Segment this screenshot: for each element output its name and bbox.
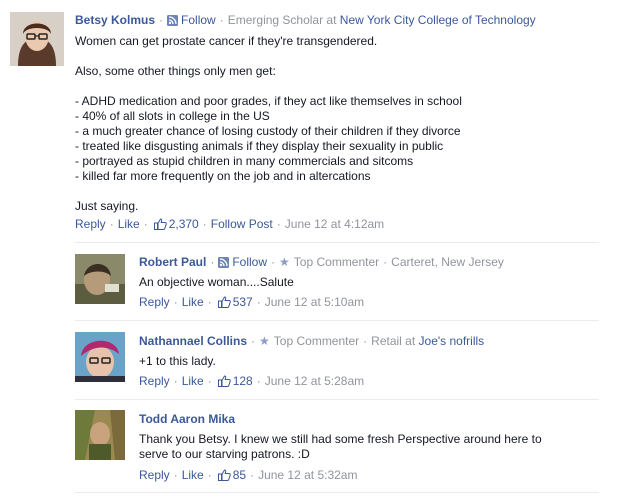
reply-header: Nathannael Collins · ★ Top Commenter · R…	[139, 333, 484, 349]
like-count[interactable]: 537	[233, 295, 253, 309]
reply-line: serve to our starving patrons. :D	[139, 447, 310, 461]
author-job: Retail at	[371, 334, 419, 348]
divider	[75, 492, 599, 493]
author-name[interactable]: Todd Aaron Mika	[139, 412, 235, 426]
author-employer-link[interactable]: Joe's nofrills	[419, 334, 485, 348]
timestamp[interactable]: June 12 at 5:32am	[258, 468, 357, 482]
comment-line: - portrayed as stupid children in many c…	[75, 154, 414, 168]
separator: ·	[173, 468, 178, 482]
comment-body: Women can get prostate cancer if they're…	[75, 34, 615, 214]
comment-header: Betsy Kolmus · Follow · Emerging Scholar…	[75, 12, 536, 28]
separator: ·	[109, 217, 114, 231]
separator: ·	[143, 217, 148, 231]
divider	[75, 399, 599, 400]
like-link[interactable]: Like	[182, 468, 204, 482]
top-commenter-badge: Top Commenter	[293, 255, 380, 269]
separator: ·	[251, 334, 256, 348]
reply-header: Todd Aaron Mika	[139, 411, 235, 427]
reply-actions: Reply · Like · 537 · June 12 at 5:10am	[139, 294, 364, 310]
timestamp[interactable]: June 12 at 4:12am	[285, 217, 384, 231]
comment-actions: Reply · Like · 2,370 · Follow Post · Jun…	[75, 216, 384, 232]
author-name[interactable]: Nathannael Collins	[139, 334, 247, 348]
separator: ·	[363, 334, 368, 348]
reply-body: Thank you Betsy. I knew we still had som…	[139, 432, 609, 462]
author-name[interactable]: Betsy Kolmus	[75, 13, 155, 27]
divider	[75, 320, 599, 321]
thumbs-up-icon	[217, 375, 231, 387]
like-link[interactable]: Like	[182, 374, 204, 388]
separator: ·	[207, 468, 212, 482]
separator: ·	[383, 255, 388, 269]
separator: ·	[271, 255, 276, 269]
like-link[interactable]: Like	[118, 217, 140, 231]
separator: ·	[256, 295, 261, 309]
like-count[interactable]: 128	[233, 374, 253, 388]
thumbs-up-icon	[153, 218, 167, 230]
reply-line: Thank you Betsy. I knew we still had som…	[139, 432, 542, 446]
separator: ·	[159, 13, 164, 27]
author-name[interactable]: Robert Paul	[139, 255, 206, 269]
separator: ·	[219, 13, 224, 27]
separator: ·	[250, 468, 255, 482]
timestamp[interactable]: June 12 at 5:10am	[265, 295, 364, 309]
author-employer-link[interactable]: New York City College of Technology	[340, 13, 536, 27]
comment-line: - treated like disgusting animals if the…	[75, 139, 444, 153]
star-icon: ★	[279, 255, 290, 269]
comment-line: Women can get prostate cancer if they're…	[75, 34, 378, 48]
divider	[75, 242, 599, 243]
like-count[interactable]: 2,370	[169, 217, 199, 231]
star-icon: ★	[259, 334, 270, 348]
reply-link[interactable]: Reply	[75, 217, 106, 231]
author-location: Carteret, New Jersey	[391, 255, 504, 269]
separator: ·	[276, 217, 281, 231]
separator: ·	[256, 374, 261, 388]
reply-actions: Reply · Like · 85 · June 12 at 5:32am	[139, 467, 357, 483]
follow-link[interactable]: Follow	[181, 13, 216, 27]
like-count[interactable]: 85	[233, 468, 246, 482]
reply-link[interactable]: Reply	[139, 295, 170, 309]
timestamp[interactable]: June 12 at 5:28am	[265, 374, 364, 388]
separator: ·	[173, 295, 178, 309]
reply-header: Robert Paul · Follow · ★ Top Commenter ·…	[139, 254, 504, 270]
follow-link[interactable]: Follow	[232, 255, 267, 269]
avatar-nathannael-collins[interactable]	[75, 332, 125, 382]
like-link[interactable]: Like	[182, 295, 204, 309]
avatar-robert-paul[interactable]	[75, 254, 125, 304]
top-commenter-badge: Top Commenter	[273, 334, 360, 348]
thumbs-up-icon	[217, 296, 231, 308]
author-job: Emerging Scholar at	[227, 13, 340, 27]
separator: ·	[210, 255, 215, 269]
thumbs-up-icon	[217, 469, 231, 481]
separator: ·	[207, 295, 212, 309]
rss-follow-icon[interactable]	[167, 14, 179, 26]
comment-line: Just saying.	[75, 199, 139, 213]
follow-post-link[interactable]: Follow Post	[211, 217, 273, 231]
comment-line: - killed far more frequently on the job …	[75, 169, 371, 183]
separator: ·	[173, 374, 178, 388]
reply-link[interactable]: Reply	[139, 468, 170, 482]
rss-follow-icon[interactable]	[218, 256, 230, 268]
separator: ·	[202, 217, 207, 231]
comment-line: - ADHD medication and poor grades, if th…	[75, 94, 462, 108]
separator: ·	[207, 374, 212, 388]
comment-line: - 40% of all slots in college in the US	[75, 109, 270, 123]
reply-body: +1 to this lady.	[139, 354, 216, 368]
avatar-todd-aaron-mika[interactable]	[75, 410, 125, 460]
avatar-betsy-kolmus[interactable]	[10, 12, 64, 66]
comment-line: Also, some other things only men get:	[75, 64, 276, 78]
reply-link[interactable]: Reply	[139, 374, 170, 388]
comment-line: - a much greater chance of losing custod…	[75, 124, 461, 138]
reply-actions: Reply · Like · 128 · June 12 at 5:28am	[139, 373, 364, 389]
reply-body: An objective woman....Salute	[139, 275, 294, 289]
